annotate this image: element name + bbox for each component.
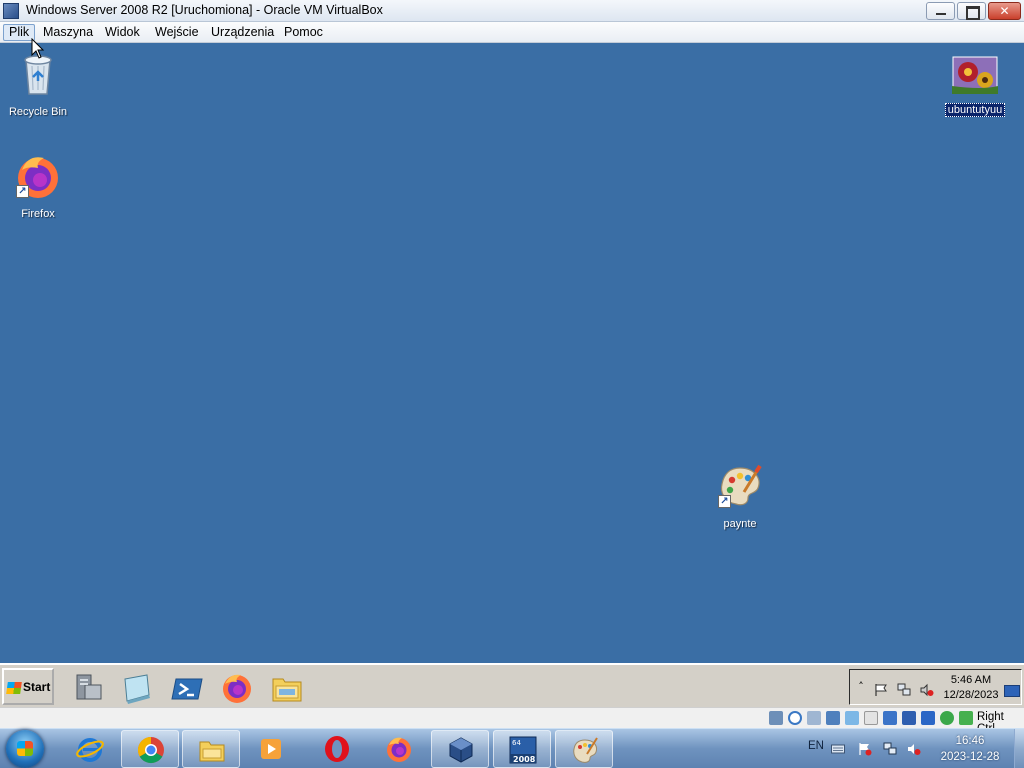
guest-clock-time[interactable]: 5:46 AM	[941, 674, 1001, 686]
mouse-pointer-icon	[31, 38, 45, 59]
taskbar-chrome[interactable]	[121, 730, 179, 768]
menu-pomoc[interactable]: Pomoc	[279, 24, 328, 41]
ubuntutyuu-label: ubuntutyuu	[944, 103, 1006, 117]
keyboard-icon[interactable]	[959, 711, 973, 725]
host-clock-time[interactable]: 16:46	[930, 735, 1010, 747]
windows-flag-icon	[17, 741, 33, 756]
desktop-icon[interactable]	[119, 671, 153, 705]
show-desktop-button[interactable]	[1014, 729, 1024, 768]
volume-muted-icon[interactable]	[907, 742, 921, 756]
opera-icon	[325, 736, 349, 762]
taskbar-windows-server-2008-vm[interactable]: 64 2008	[493, 730, 551, 768]
window-titlebar: Windows Server 2008 R2 [Uruchomiona] - O…	[0, 0, 1024, 22]
vm-display-icon[interactable]	[1004, 685, 1020, 697]
desktop-icon-recycle-bin[interactable]: Recycle Bin	[0, 50, 78, 119]
keyboard-icon[interactable]	[831, 742, 845, 756]
guest-desktop[interactable]: Recycle Bin ↗ Firefox ubuntutyuu ↗ paynt…	[0, 44, 1024, 663]
taskbar-internet-explorer[interactable]	[61, 730, 119, 768]
shortcut-arrow-icon: ↗	[718, 495, 731, 508]
recycle-bin-label: Recycle Bin	[8, 106, 68, 118]
maximize-button[interactable]	[957, 2, 986, 20]
desktop-icon-ubuntutyuu[interactable]: ubuntutyuu	[935, 56, 1015, 117]
show-hidden-icon[interactable]: ˄	[854, 680, 868, 694]
vm-statusbar: Right Ctrl	[0, 707, 1024, 735]
close-button[interactable]	[988, 2, 1021, 20]
mouse-integration-icon[interactable]	[940, 711, 954, 725]
firefox-icon[interactable]	[220, 671, 254, 705]
volume-muted-icon[interactable]	[920, 683, 934, 697]
desktop-icon-paynte[interactable]: ↗ paynte	[700, 462, 780, 531]
shared-folders-icon[interactable]	[864, 711, 878, 725]
guest-clock-date[interactable]: 12/28/2023	[941, 689, 1001, 701]
host-start-button[interactable]	[6, 730, 44, 768]
action-center-flag-icon[interactable]	[874, 683, 888, 697]
menu-wejscie[interactable]: Wejście	[150, 24, 204, 41]
internet-explorer-icon	[76, 738, 104, 762]
firefox-icon: ↗	[14, 152, 62, 200]
minimize-button[interactable]	[926, 2, 955, 20]
taskbar-opera[interactable]	[308, 730, 366, 768]
taskbar-firefox[interactable]	[370, 730, 428, 768]
language-indicator[interactable]: EN	[808, 740, 824, 752]
powershell-icon[interactable]	[170, 671, 204, 705]
firefox-icon	[387, 737, 411, 762]
svg-text:2008: 2008	[513, 755, 536, 764]
paint-icon	[573, 737, 598, 763]
guest-system-tray: ˄ 5:46 AM 12/28/2023	[849, 669, 1022, 705]
audio-icon[interactable]	[807, 711, 821, 725]
taskbar-file-explorer[interactable]	[182, 730, 240, 768]
windows-flag-icon	[6, 682, 22, 694]
media-player-icon	[261, 739, 281, 759]
svg-text:64: 64	[512, 739, 521, 747]
chrome-icon	[137, 736, 164, 764]
start-button[interactable]: Start	[2, 668, 54, 705]
action-center-flag-icon[interactable]	[858, 742, 872, 756]
windows-server-2008-icon: 64 2008	[509, 736, 537, 764]
start-label: Start	[23, 680, 51, 694]
network-icon[interactable]	[826, 711, 840, 725]
display-icon[interactable]	[883, 711, 897, 725]
taskbar-media-player[interactable]	[242, 730, 300, 768]
menu-widok[interactable]: Widok	[100, 24, 145, 41]
recording-icon[interactable]	[902, 711, 916, 725]
window-title: Windows Server 2008 R2 [Uruchomiona] - O…	[26, 3, 383, 17]
network-icon[interactable]	[897, 683, 911, 697]
usb-icon[interactable]	[845, 711, 859, 725]
desktop-icon-firefox[interactable]: ↗ Firefox	[0, 152, 78, 221]
firefox-label: Firefox	[21, 208, 55, 220]
explorer-icon[interactable]	[270, 671, 304, 705]
server-manager-icon[interactable]	[71, 671, 105, 705]
taskbar-virtualbox[interactable]	[431, 730, 489, 768]
menu-urzadzenia[interactable]: Urządzenia	[206, 24, 279, 41]
menu-maszyna[interactable]: Maszyna	[38, 24, 98, 41]
hard-disk-icon[interactable]	[769, 711, 783, 725]
host-clock-date[interactable]: 2023-12-28	[930, 751, 1010, 763]
shortcut-arrow-icon: ↗	[16, 185, 29, 198]
image-file-icon	[952, 56, 998, 94]
taskbar-paint[interactable]	[555, 730, 613, 768]
guest-taskbar: Start ˄ 5:46 AM 12/28/2023	[0, 663, 1024, 707]
vm-icon[interactable]	[921, 711, 935, 725]
host-taskbar: 64 2008 EN 16:46 2023-12-28	[0, 728, 1024, 768]
optical-drive-icon[interactable]	[788, 711, 802, 725]
virtualbox-icon	[449, 737, 473, 763]
paint-palette-icon: ↗	[716, 462, 764, 510]
paynte-label: paynte	[723, 518, 757, 530]
network-icon[interactable]	[883, 742, 897, 756]
file-explorer-icon	[199, 741, 225, 762]
virtualbox-icon	[3, 3, 19, 19]
menu-bar: Plik Maszyna Widok Wejście Urządzenia Po…	[0, 22, 1024, 43]
